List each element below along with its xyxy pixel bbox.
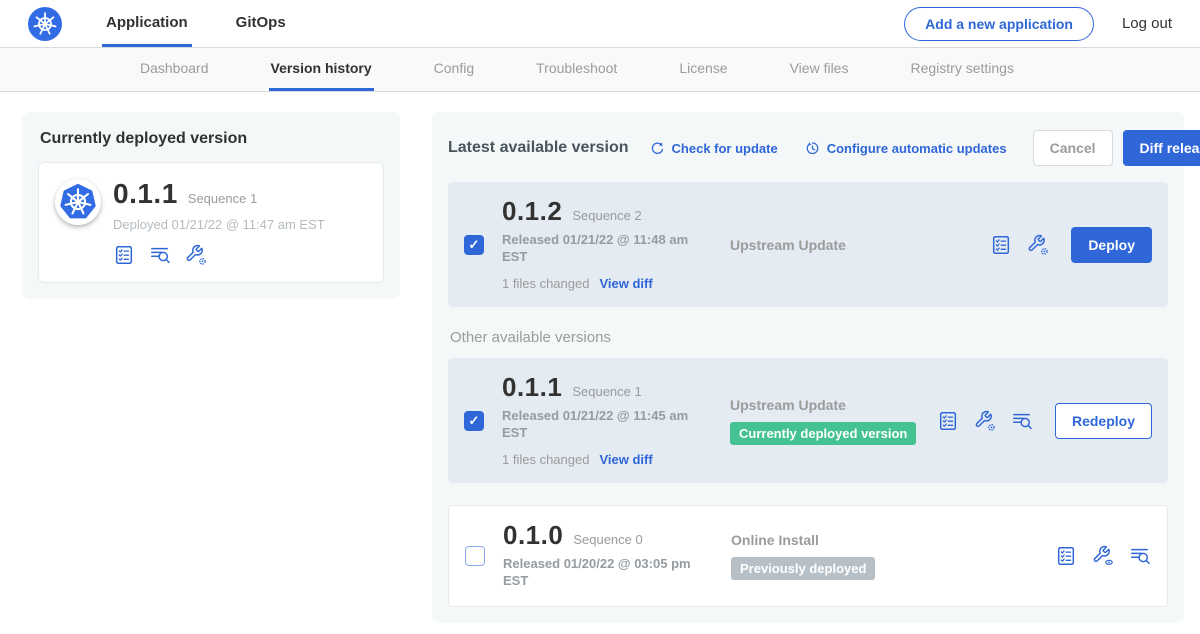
version-number: 0.1.2 bbox=[502, 198, 562, 225]
auto-update-icon bbox=[804, 140, 821, 157]
version-number: 0.1.0 bbox=[503, 522, 563, 549]
version-actions: Deploy bbox=[990, 227, 1152, 263]
version-checkbox[interactable] bbox=[465, 546, 485, 566]
logout-link[interactable]: Log out bbox=[1122, 15, 1172, 32]
subnav-item-license[interactable]: License bbox=[677, 48, 729, 91]
tab-gitops-label: GitOps bbox=[236, 14, 286, 31]
version-actions: Redeploy bbox=[937, 403, 1152, 439]
subnav-item-registry-settings[interactable]: Registry settings bbox=[908, 48, 1015, 91]
view-logs-icon[interactable] bbox=[1011, 410, 1033, 432]
main-content: Currently deployed version 0.1.1 Sequenc… bbox=[0, 92, 1200, 623]
check-icon: ✓ bbox=[469, 413, 480, 429]
released-timestamp: Released 01/21/22 @ 11:48 amEST bbox=[502, 232, 730, 266]
subnav-item-troubleshoot[interactable]: Troubleshoot bbox=[534, 48, 619, 91]
currently-deployed-title: Currently deployed version bbox=[40, 130, 384, 148]
top-nav-right: Add a new application Log out bbox=[904, 0, 1172, 47]
check-for-update-label: Check for update bbox=[672, 141, 778, 156]
check-update-icon bbox=[649, 140, 666, 157]
tab-gitops[interactable]: GitOps bbox=[232, 0, 290, 47]
files-changed-label: 1 files changed bbox=[502, 452, 589, 467]
version-row-0.1.0: 0.1.0 Sequence 0 Released 01/20/22 @ 03:… bbox=[448, 505, 1168, 607]
view-diff-link[interactable]: View diff bbox=[599, 452, 652, 467]
view-config-icon[interactable] bbox=[1092, 545, 1114, 567]
app-subnav: Dashboard Version history Config Trouble… bbox=[0, 48, 1200, 92]
tab-application[interactable]: Application bbox=[102, 0, 192, 47]
top-nav-tabs: Application GitOps bbox=[102, 0, 290, 47]
subnav-item-view-files[interactable]: View files bbox=[788, 48, 851, 91]
previously-deployed-badge: Previously deployed bbox=[731, 557, 875, 580]
subnav-label: License bbox=[679, 60, 727, 76]
subnav-label: Config bbox=[434, 60, 474, 76]
subnav-label: Version history bbox=[271, 60, 372, 76]
subnav-label: Troubleshoot bbox=[536, 60, 617, 76]
version-sequence: Sequence 0 bbox=[573, 532, 642, 547]
preflight-checks-icon[interactable] bbox=[1055, 545, 1077, 567]
version-row-0.1.2: ✓ 0.1.2 Sequence 2 Released 01/21/22 @ 1… bbox=[448, 182, 1168, 307]
released-timestamp: Released 01/21/22 @ 11:45 amEST bbox=[502, 408, 730, 442]
version-source-label: Upstream Update bbox=[730, 397, 927, 413]
version-status: Upstream Update bbox=[730, 237, 990, 253]
subnav-label: View files bbox=[790, 60, 849, 76]
subnav-item-dashboard[interactable]: Dashboard bbox=[138, 48, 211, 91]
subnav-label: Registry settings bbox=[910, 60, 1013, 76]
version-actions bbox=[1055, 545, 1151, 567]
configure-updates-label: Configure automatic updates bbox=[827, 141, 1007, 156]
deployed-version-details: 0.1.1 Sequence 1 Deployed 01/21/22 @ 11:… bbox=[113, 179, 325, 266]
view-logs-icon[interactable] bbox=[149, 244, 171, 266]
check-icon: ✓ bbox=[469, 237, 480, 253]
files-changed-label: 1 files changed bbox=[502, 276, 589, 291]
kubernetes-app-icon bbox=[58, 182, 98, 222]
configure-updates-link[interactable]: Configure automatic updates bbox=[804, 140, 1007, 157]
preflight-checks-icon[interactable] bbox=[113, 244, 135, 266]
edit-config-icon[interactable] bbox=[1027, 234, 1049, 256]
version-info: 0.1.0 Sequence 0 Released 01/20/22 @ 03:… bbox=[503, 522, 731, 590]
deployed-timestamp: Deployed 01/21/22 @ 11:47 am EST bbox=[113, 217, 325, 232]
version-row-0.1.1: ✓ 0.1.1 Sequence 1 Released 01/21/22 @ 1… bbox=[448, 358, 1168, 483]
app-logo bbox=[55, 179, 101, 225]
version-checkbox[interactable]: ✓ bbox=[464, 411, 484, 431]
subnav-label: Dashboard bbox=[140, 60, 209, 76]
version-info: 0.1.2 Sequence 2 Released 01/21/22 @ 11:… bbox=[502, 198, 730, 291]
currently-deployed-panel: Currently deployed version 0.1.1 Sequenc… bbox=[22, 112, 400, 299]
kubernetes-logo-icon[interactable] bbox=[28, 7, 62, 41]
preflight-checks-icon[interactable] bbox=[990, 234, 1012, 256]
check-for-update-link[interactable]: Check for update bbox=[649, 140, 778, 157]
version-info: 0.1.1 Sequence 1 Released 01/21/22 @ 11:… bbox=[502, 374, 730, 467]
view-diff-link[interactable]: View diff bbox=[599, 276, 652, 291]
version-source-label: Upstream Update bbox=[730, 237, 980, 253]
version-history-panel: Latest available version Check for updat… bbox=[432, 112, 1184, 623]
tab-application-label: Application bbox=[106, 14, 188, 31]
cancel-button[interactable]: Cancel bbox=[1033, 130, 1113, 166]
deployed-version-number: 0.1.1 bbox=[113, 179, 178, 208]
version-number: 0.1.1 bbox=[502, 374, 562, 401]
top-nav: Application GitOps Add a new application… bbox=[0, 0, 1200, 48]
released-timestamp: Released 01/20/22 @ 03:05 pmEST bbox=[503, 556, 731, 590]
deployed-version-card: 0.1.1 Sequence 1 Deployed 01/21/22 @ 11:… bbox=[38, 162, 384, 283]
subnav-item-version-history[interactable]: Version history bbox=[269, 48, 374, 91]
version-source-label: Online Install bbox=[731, 532, 1045, 548]
version-status: Upstream Update Currently deployed versi… bbox=[730, 397, 937, 445]
other-versions-label: Other available versions bbox=[450, 329, 1168, 346]
preflight-checks-icon[interactable] bbox=[937, 410, 959, 432]
version-sequence: Sequence 2 bbox=[572, 208, 641, 223]
subnav-item-config[interactable]: Config bbox=[432, 48, 476, 91]
deployed-sequence: Sequence 1 bbox=[188, 191, 257, 206]
edit-config-icon[interactable] bbox=[974, 410, 996, 432]
edit-config-icon[interactable] bbox=[185, 244, 207, 266]
currently-deployed-badge: Currently deployed version bbox=[730, 422, 916, 445]
diff-releases-button[interactable]: Diff releases bbox=[1123, 130, 1200, 166]
add-application-button[interactable]: Add a new application bbox=[904, 7, 1094, 41]
latest-version-header: Latest available version Check for updat… bbox=[448, 130, 1168, 166]
version-sequence: Sequence 1 bbox=[572, 384, 641, 399]
latest-version-title: Latest available version bbox=[448, 139, 629, 157]
redeploy-button[interactable]: Redeploy bbox=[1055, 403, 1152, 439]
version-checkbox[interactable]: ✓ bbox=[464, 235, 484, 255]
view-logs-icon[interactable] bbox=[1129, 545, 1151, 567]
version-status: Online Install Previously deployed bbox=[731, 532, 1055, 580]
deploy-button[interactable]: Deploy bbox=[1071, 227, 1152, 263]
